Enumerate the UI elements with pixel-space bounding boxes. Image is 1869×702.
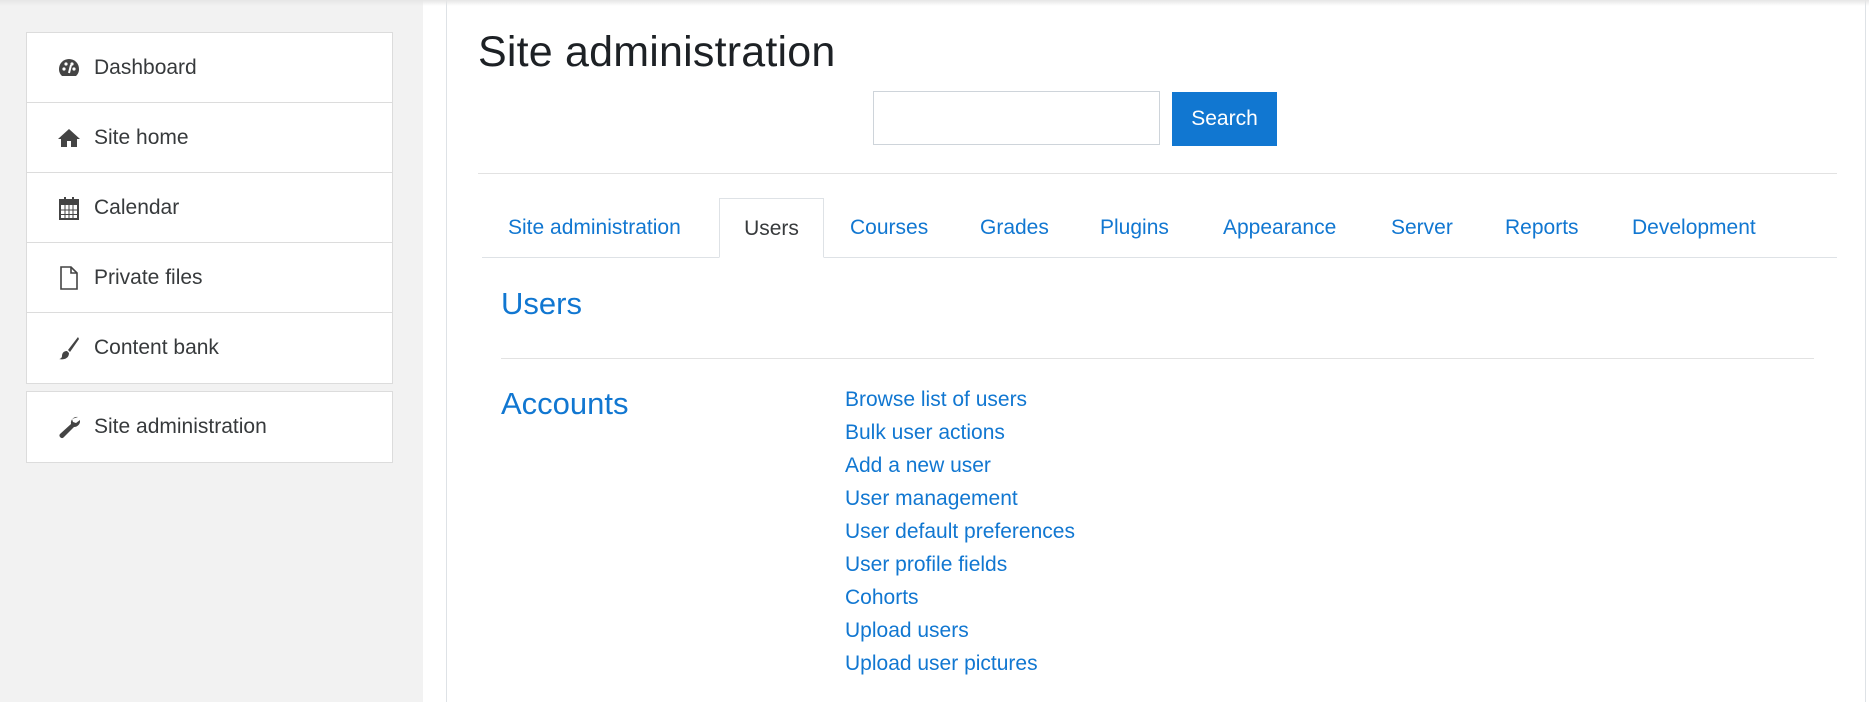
tab-plugins[interactable]: Plugins [1100,198,1169,257]
admin-card: Site administration [26,391,393,463]
link-user-management[interactable]: User management [845,486,1075,519]
file-icon [57,265,81,290]
sidebar-item-content-bank[interactable]: Content bank [27,313,392,383]
tab-development[interactable]: Development [1632,198,1756,257]
main-divider [446,0,447,702]
right-divider [1865,0,1866,702]
sidebar-item-label: Calendar [94,195,180,219]
accounts-links: Browse list of users Bulk user actions A… [845,387,1075,684]
dashboard-icon [57,56,81,80]
header-divider [478,173,1837,174]
tab-reports[interactable]: Reports [1505,198,1579,257]
section-divider [501,358,1814,359]
home-icon [57,126,81,150]
link-upload-user-pictures[interactable]: Upload user pictures [845,651,1075,684]
link-upload-users[interactable]: Upload users [845,618,1075,651]
sidebar-item-label: Site home [94,125,189,149]
tab-appearance[interactable]: Appearance [1223,198,1336,257]
top-shadow [0,0,1869,6]
sidebar-item-site-administration[interactable]: Site administration [27,392,392,462]
tab-site-administration[interactable]: Site administration [508,198,681,257]
tab-users[interactable]: Users [719,198,824,258]
sidebar-item-private-files[interactable]: Private files [27,243,392,313]
sidebar-item-dashboard[interactable]: Dashboard [27,33,392,103]
nav-card: Dashboard Site home Calendar Private fil… [26,32,393,384]
sidebar-item-label: Private files [94,265,203,289]
sidebar-item-calendar[interactable]: Calendar [27,173,392,243]
category-title: Accounts [501,386,629,421]
link-user-profile-fields[interactable]: User profile fields [845,552,1075,585]
search-input[interactable] [873,91,1160,145]
page-title: Site administration [478,28,836,76]
calendar-icon [57,196,81,220]
sidebar-item-label: Site administration [94,415,267,438]
link-add-new-user[interactable]: Add a new user [845,453,1075,486]
link-bulk-user-actions[interactable]: Bulk user actions [845,420,1075,453]
search-button[interactable]: Search [1172,92,1277,146]
tab-courses[interactable]: Courses [850,198,928,257]
paintbrush-icon [57,336,81,360]
link-cohorts[interactable]: Cohorts [845,585,1075,618]
section-title: Users [501,286,582,321]
link-browse-users[interactable]: Browse list of users [845,387,1075,420]
wrench-icon [57,415,81,439]
tab-grades[interactable]: Grades [980,198,1049,257]
sidebar-item-label: Content bank [94,336,219,359]
sidebar-item-site-home[interactable]: Site home [27,103,392,173]
tab-server[interactable]: Server [1391,198,1453,257]
admin-tabs: Site administration Users Courses Grades… [482,198,1837,258]
link-user-default-preferences[interactable]: User default preferences [845,519,1075,552]
sidebar-item-label: Dashboard [94,55,197,79]
